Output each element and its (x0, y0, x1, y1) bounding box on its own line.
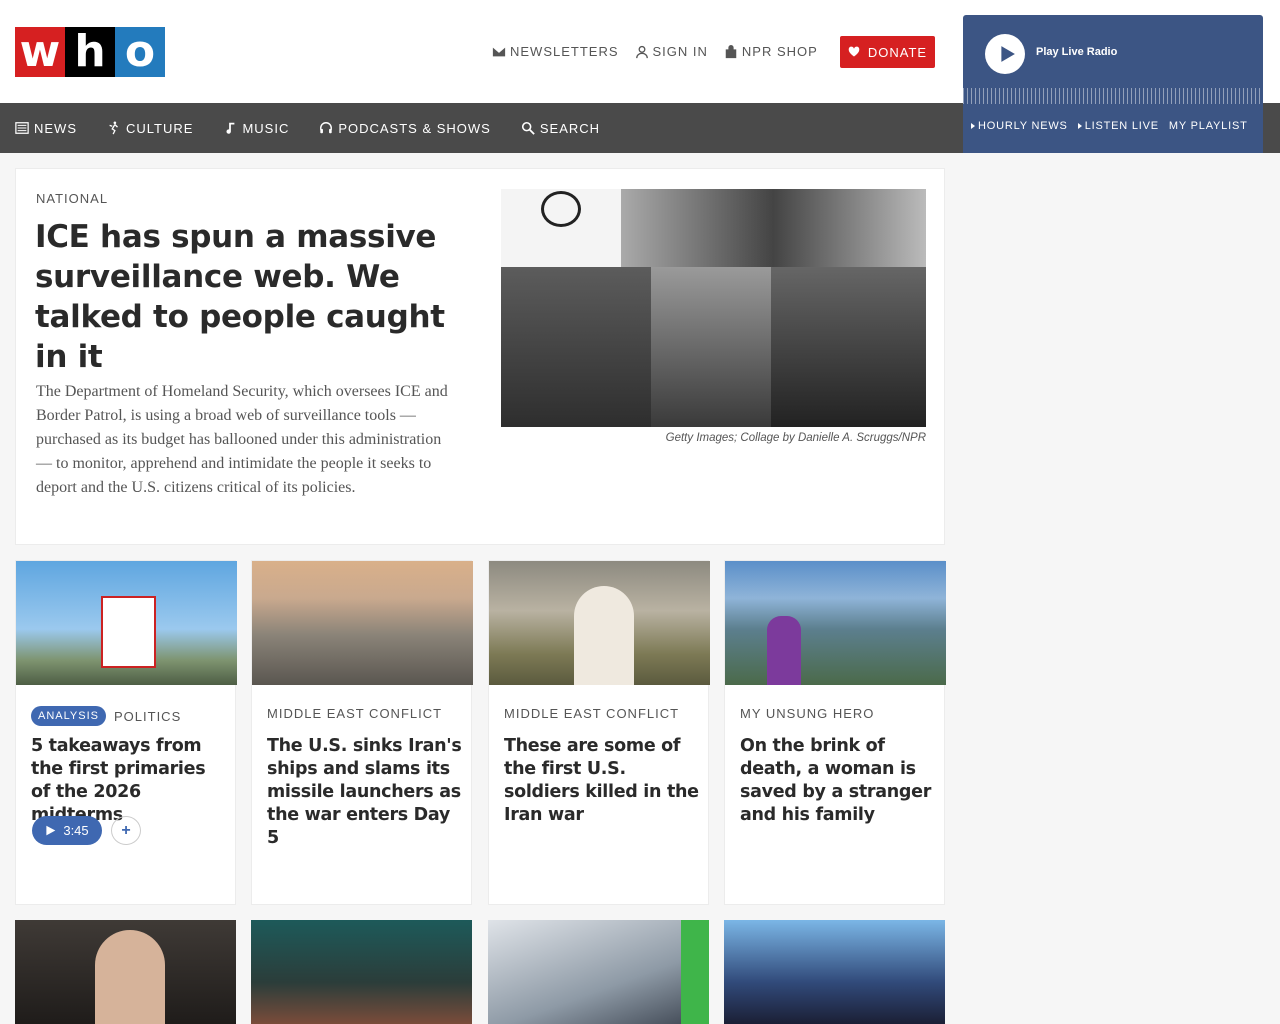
story-thumbnail[interactable] (251, 920, 472, 1024)
story-card: ANALYSIS POLITICS 5 takeaways from the f… (15, 560, 237, 905)
image-panel (651, 267, 771, 427)
story-headline[interactable]: On the brink of death, a woman is saved … (740, 735, 935, 827)
listen-live-label: LISTEN LIVE (1084, 120, 1159, 132)
envelope-icon (492, 47, 506, 56)
user-icon (635, 45, 648, 58)
image-panel (501, 189, 621, 267)
nav-podcasts[interactable]: PODCASTS & SHOWS (319, 121, 491, 136)
logo-letter-w: w (15, 27, 65, 77)
sign-in-label: SIGN IN (652, 44, 708, 59)
newsletters-label: NEWSLETTERS (510, 44, 619, 59)
story-thumbnail[interactable] (16, 561, 237, 685)
nav-culture[interactable]: CULTURE (107, 121, 193, 136)
nav-culture-label: CULTURE (126, 120, 194, 136)
story-card: MIDDLE EAST CONFLICT These are some of t… (488, 560, 710, 905)
story-headline[interactable]: ICE has spun a massive surveillance web.… (35, 217, 465, 377)
nav-music-label: MUSIC (242, 120, 290, 136)
play-icon (46, 825, 56, 836)
sign-in-link[interactable]: SIGN IN (635, 44, 708, 59)
story-section-label[interactable]: MY UNSUNG HERO (740, 706, 874, 721)
story-image[interactable] (501, 189, 926, 427)
donate-label: DONATE (867, 44, 928, 60)
utility-links: NEWSLETTERS SIGN IN NPR SHOP (492, 44, 818, 59)
story-thumbnail[interactable] (725, 561, 946, 685)
story-card: MIDDLE EAST CONFLICT The U.S. sinks Iran… (251, 560, 473, 905)
story-section-label[interactable]: MIDDLE EAST CONFLICT (267, 706, 442, 721)
play-audio-button[interactable]: 3:45 (32, 816, 102, 845)
nav-podcasts-label: PODCASTS & SHOWS (338, 120, 491, 136)
play-live-radio-button[interactable] (985, 34, 1025, 74)
person-image (95, 930, 165, 1024)
vote-sign-image (101, 596, 156, 668)
dancer-icon (109, 121, 118, 135)
music-note-icon (226, 122, 235, 134)
nav-music[interactable]: MUSIC (223, 121, 289, 136)
featured-story: NATIONAL ICE has spun a massive surveill… (15, 168, 945, 545)
story-thumbnail[interactable] (724, 920, 945, 1024)
site-logo[interactable]: w h o (15, 27, 165, 77)
analysis-badge[interactable]: ANALYSIS (31, 706, 106, 726)
sticker-image (681, 920, 709, 1024)
nav-search-label: SEARCH (539, 120, 601, 136)
nav-news[interactable]: NEWS (15, 121, 77, 136)
person-image (574, 586, 634, 685)
story-headline[interactable]: These are some of the first U.S. soldier… (504, 735, 699, 827)
newspaper-icon (15, 122, 29, 134)
story-thumbnail[interactable] (488, 920, 709, 1024)
audio-duration: 3:45 (63, 823, 89, 838)
my-playlist-label: MY PLAYLIST (1168, 120, 1248, 132)
story-teaser: The Department of Homeland Security, whi… (36, 383, 448, 496)
story-thumbnail[interactable] (252, 561, 473, 685)
shop-link[interactable]: NPR SHOP (724, 44, 818, 59)
my-playlist-link[interactable]: MY PLAYLIST (1169, 120, 1248, 132)
audio-waveform (963, 88, 1263, 104)
play-live-radio-label: Play Live Radio (1036, 46, 1118, 58)
nav-search[interactable]: SEARCH (521, 121, 600, 136)
story-card: MY UNSUNG HERO On the brink of death, a … (724, 560, 946, 905)
nav-news-label: NEWS (34, 120, 77, 136)
live-radio-player: Play Live Radio HOURLY NEWS LISTEN LIVE … (963, 15, 1263, 153)
triangle-icon (971, 123, 975, 129)
shopping-bag-icon (725, 44, 737, 58)
add-to-playlist-button[interactable]: + (111, 816, 141, 845)
person-image (767, 616, 801, 685)
story-section-label[interactable]: NATIONAL (36, 191, 108, 206)
story-headline[interactable]: The U.S. sinks Iran's ships and slams it… (267, 735, 462, 850)
play-icon (1000, 46, 1015, 62)
donate-button[interactable]: DONATE (840, 36, 935, 68)
listen-live-link[interactable]: LISTEN LIVE (1077, 120, 1159, 132)
logo-letter-h: h (65, 27, 115, 77)
story-thumbnail[interactable] (489, 561, 710, 685)
newsletters-link[interactable]: NEWSLETTERS (492, 44, 619, 59)
logo-letter-o: o (115, 27, 165, 77)
dhs-seal-icon (541, 191, 581, 227)
story-section-label[interactable]: MIDDLE EAST CONFLICT (504, 706, 679, 721)
story-section-label[interactable]: POLITICS (114, 709, 181, 724)
image-panel (621, 189, 926, 267)
hourly-news-label: HOURLY NEWS (978, 120, 1068, 132)
shop-label: NPR SHOP (741, 44, 818, 59)
hourly-news-link[interactable]: HOURLY NEWS (971, 120, 1068, 132)
image-panel (771, 267, 926, 427)
search-icon (521, 121, 535, 135)
story-thumbnail[interactable] (15, 920, 236, 1024)
story-headline[interactable]: 5 takeaways from the first primaries of … (31, 735, 226, 827)
image-credit: Getty Images; Collage by Danielle A. Scr… (665, 432, 926, 444)
headphones-icon (320, 122, 333, 134)
triangle-icon (1077, 123, 1082, 129)
image-panel (501, 267, 651, 427)
heart-icon (848, 46, 860, 57)
